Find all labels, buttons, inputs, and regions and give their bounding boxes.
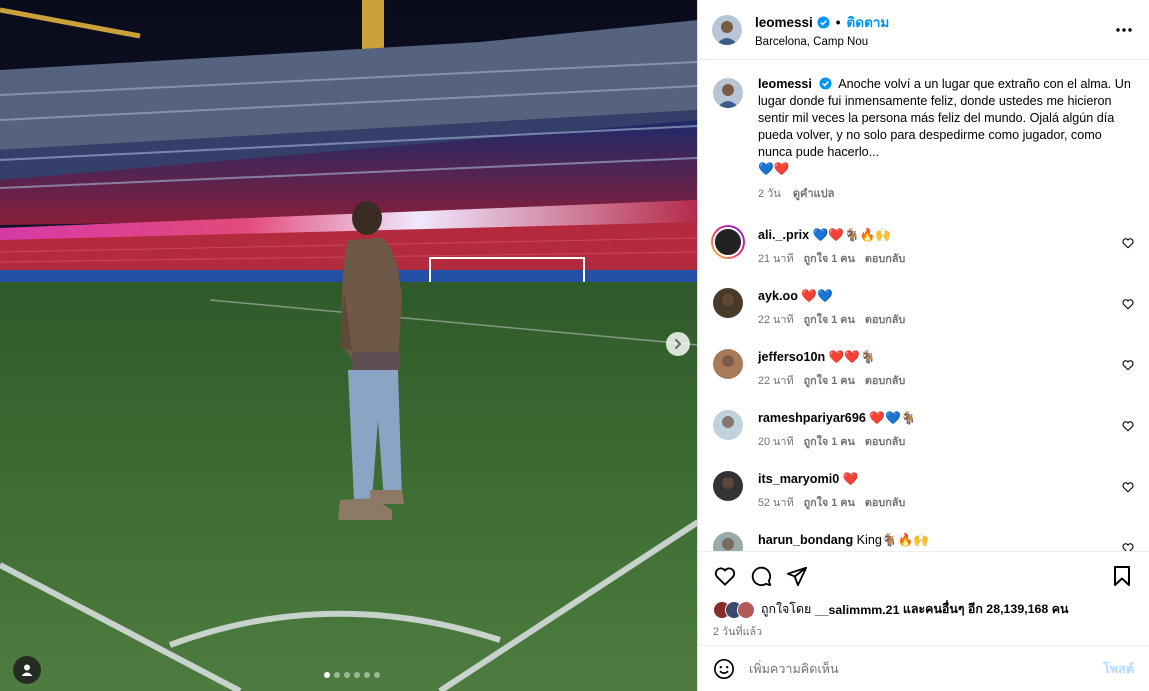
comment-like-icon[interactable] bbox=[1122, 237, 1134, 249]
carousel-dot bbox=[364, 672, 370, 678]
reply-button[interactable]: ตอบกลับ bbox=[865, 373, 905, 390]
comment-username[interactable]: harun_bondang bbox=[758, 533, 853, 547]
comment-like-icon[interactable] bbox=[1122, 359, 1134, 371]
likes-user[interactable]: __salimmm.21 bbox=[815, 603, 900, 617]
comment-button[interactable] bbox=[749, 564, 773, 588]
like-button[interactable] bbox=[713, 564, 737, 588]
verified-badge-icon bbox=[817, 15, 830, 29]
carousel-dot bbox=[334, 672, 340, 678]
comment-item: ayk.oo ❤️💙 22 นาที ถูกใจ 1 คน ตอบกลับ bbox=[713, 288, 1134, 329]
separator-dot: • bbox=[835, 14, 841, 30]
reply-button[interactable]: ตอบกลับ bbox=[865, 434, 905, 451]
comment-like-icon[interactable] bbox=[1122, 542, 1134, 551]
post-header: leomessi • ติดตาม Barcelona, Camp Nou bbox=[698, 0, 1149, 60]
comment-age[interactable]: 20 นาที bbox=[758, 434, 794, 451]
carousel-next-button[interactable] bbox=[666, 332, 690, 356]
comment-age[interactable]: 22 นาที bbox=[758, 312, 794, 329]
comment-username[interactable]: jefferso10n bbox=[758, 350, 825, 364]
reply-button[interactable]: ตอบกลับ bbox=[865, 312, 905, 329]
comment-like-icon[interactable] bbox=[1122, 298, 1134, 310]
comment-item: ali._.prix 💙❤️🐐🔥🙌 21 นาที ถูกใจ 1 คน ตอบกลั… bbox=[711, 225, 1134, 268]
share-button[interactable] bbox=[785, 564, 809, 588]
comment-icon bbox=[751, 566, 772, 587]
comment-likes[interactable]: ถูกใจ 1 คน bbox=[804, 495, 855, 512]
comment-text: King🐐🔥🙌 bbox=[856, 533, 929, 547]
avatar[interactable] bbox=[712, 14, 742, 45]
comment-item: jefferso10n ❤️❤️🐐 22 นาที ถูกใจ 1 คน ตอบกลั… bbox=[713, 349, 1134, 390]
avatar[interactable] bbox=[713, 78, 743, 108]
share-icon bbox=[786, 566, 808, 587]
avatar[interactable] bbox=[713, 532, 743, 551]
emoji-icon[interactable] bbox=[713, 658, 735, 680]
comment-likes[interactable]: ถูกใจ 1 คน bbox=[804, 434, 855, 451]
comment-username[interactable]: ali._.prix bbox=[758, 228, 809, 242]
caption-age[interactable]: 2 วัน bbox=[758, 186, 781, 203]
likes-summary: ถูกใจโดย __salimmm.21 และคนอื่นๆ อีก 28,… bbox=[713, 600, 1134, 619]
verified-badge-icon bbox=[819, 77, 832, 90]
carousel-dot bbox=[344, 672, 350, 678]
comments-list[interactable]: leomessi Anoche volví a un lugar que ext… bbox=[698, 60, 1149, 551]
avatar[interactable] bbox=[713, 471, 743, 501]
bookmark-icon bbox=[1114, 566, 1130, 586]
comment-item: its_maryomi0 ❤️ 52 นาที ถูกใจ 1 คน ตอบกลับ bbox=[713, 471, 1134, 512]
caption-emoji: 💙❤️ bbox=[758, 162, 790, 176]
comment-username[interactable]: ayk.oo bbox=[758, 289, 798, 303]
carousel-dot bbox=[374, 672, 380, 678]
story-ring[interactable] bbox=[711, 225, 745, 259]
translate-button[interactable]: ดูคำแปล bbox=[793, 186, 835, 203]
reply-button[interactable]: ตอบกลับ bbox=[865, 495, 905, 512]
more-options-button[interactable] bbox=[1114, 20, 1134, 40]
avatar[interactable] bbox=[713, 410, 743, 440]
post-time[interactable]: 2 วันที่แล้ว bbox=[713, 623, 1134, 640]
caption-text: Anoche volví a un lugar que extraño con … bbox=[758, 77, 1131, 159]
avatar[interactable] bbox=[713, 349, 743, 379]
comment-like-icon[interactable] bbox=[1122, 481, 1134, 493]
chevron-right-icon bbox=[675, 339, 681, 349]
avatar[interactable] bbox=[713, 288, 743, 318]
carousel-dot bbox=[354, 672, 360, 678]
post-comment-button[interactable]: โพสต์ bbox=[1103, 659, 1134, 679]
post-side-panel: leomessi • ติดตาม Barcelona, Camp Nou le… bbox=[698, 0, 1149, 691]
comment-like-icon[interactable] bbox=[1122, 420, 1134, 432]
comment-item: rameshpariyar696 ❤️💙🐐 20 นาที ถูกใจ 1 คน ตอ… bbox=[713, 410, 1134, 451]
carousel-dot bbox=[324, 672, 330, 678]
comment-text: ❤️💙🐐 bbox=[869, 411, 917, 425]
comment-username[interactable]: its_maryomi0 bbox=[758, 472, 839, 486]
save-button[interactable] bbox=[1110, 564, 1134, 588]
more-options-icon bbox=[1116, 27, 1132, 32]
follow-button[interactable]: ติดตาม bbox=[847, 11, 890, 33]
caption-username[interactable]: leomessi bbox=[758, 77, 812, 91]
comment-likes[interactable]: ถูกใจ 1 คน bbox=[804, 373, 855, 390]
stadium-photo bbox=[0, 0, 697, 691]
instagram-post-dialog: leomessi • ติดตาม Barcelona, Camp Nou le… bbox=[0, 0, 1149, 691]
user-tag-icon bbox=[21, 664, 33, 676]
liker-avatars bbox=[713, 600, 755, 619]
add-comment-bar: เพิ่มความคิดเห็น โพสต์ bbox=[698, 645, 1149, 691]
likes-prefix: ถูกใจโดย bbox=[761, 602, 812, 616]
comment-age[interactable]: 52 นาที bbox=[758, 495, 794, 512]
reply-button[interactable]: ตอบกลับ bbox=[865, 251, 905, 268]
post-media[interactable] bbox=[0, 0, 698, 691]
comment-age[interactable]: 22 นาที bbox=[758, 373, 794, 390]
comment-age[interactable]: 21 นาที bbox=[758, 251, 794, 268]
comment-likes[interactable]: ถูกใจ 1 คน bbox=[804, 312, 855, 329]
user-tag-button[interactable] bbox=[13, 656, 41, 684]
comment-likes[interactable]: ถูกใจ 1 คน bbox=[804, 251, 855, 268]
avatar bbox=[737, 600, 755, 619]
post-location[interactable]: Barcelona, Camp Nou bbox=[755, 36, 1114, 48]
likes-count[interactable]: และคนอื่นๆ อีก 28,139,168 คน bbox=[903, 600, 1069, 619]
comment-text: ❤️❤️🐐 bbox=[828, 350, 876, 364]
post-caption: leomessi Anoche volví a un lugar que ext… bbox=[713, 76, 1134, 203]
comment-input[interactable]: เพิ่มความคิดเห็น bbox=[749, 659, 1103, 679]
comment-text: ❤️ bbox=[842, 472, 859, 486]
comment-item: harun_bondang King🐐🔥🙌 bbox=[713, 532, 1134, 551]
heart-icon bbox=[714, 567, 736, 586]
header-username[interactable]: leomessi bbox=[755, 15, 813, 30]
comment-text: ❤️💙 bbox=[801, 289, 833, 303]
comment-text: 💙❤️🐐🔥🙌 bbox=[812, 228, 892, 242]
carousel-indicator bbox=[324, 672, 380, 678]
comment-username[interactable]: rameshpariyar696 bbox=[758, 411, 866, 425]
